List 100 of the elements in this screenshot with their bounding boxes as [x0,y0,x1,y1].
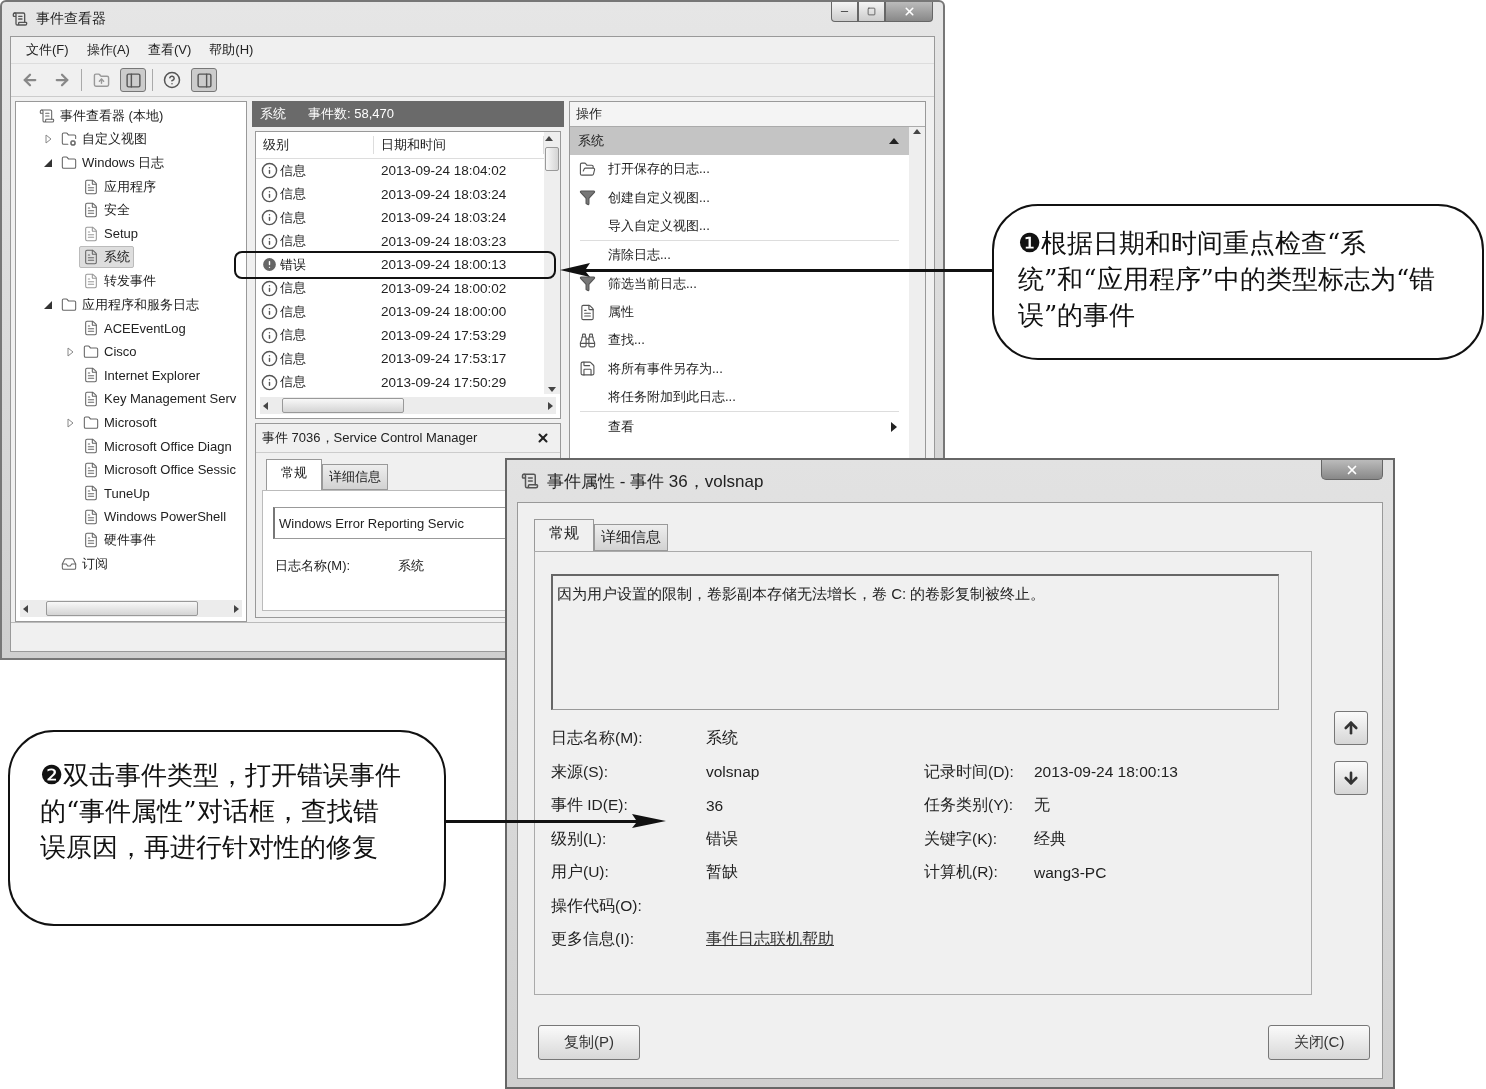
minimize-button[interactable] [831,2,858,22]
action-item[interactable]: 导入自定义视图... [570,215,909,236]
field-value: 无 [1034,795,1050,816]
tree-item[interactable]: ACEEventLog [79,318,190,339]
field-label: 事件 ID(E): [551,795,629,816]
folder-up-icon [92,71,110,89]
dialog-button[interactable]: 复制(P) [538,1025,640,1060]
help-link[interactable]: 事件日志联机帮助 [706,929,834,951]
action-item[interactable]: 将任务附加到此日志... [570,387,909,408]
tree-item[interactable]: 事件查看器 (本地) [35,104,168,127]
tree-toggle-button[interactable] [120,68,146,92]
column-header[interactable]: 级别 [256,136,374,155]
scroll-arrow-icon[interactable] [263,401,268,410]
document-icon [83,461,99,478]
horizontal-scrollbar[interactable] [260,397,556,414]
scrollbar-thumb[interactable] [545,147,559,171]
tab[interactable]: 常规 [534,519,594,551]
menu-item[interactable]: 文件(F) [17,39,78,61]
previous-event-button[interactable] [1334,711,1368,745]
folder-icon [61,131,77,148]
scroll-arrow-icon[interactable] [548,387,556,392]
tree-item[interactable]: Setup [79,223,142,244]
horizontal-scrollbar[interactable] [20,600,242,617]
scroll-icon [521,472,539,490]
action-item[interactable]: 创建自定义视图... [570,187,909,208]
tree-item[interactable]: Key Management Serv [79,388,241,409]
tree-item[interactable]: 安全 [79,199,134,222]
level-cell: 信息 [256,373,374,392]
event-title: 事件 7036，Service Control Manager [262,429,478,447]
triangle-icon [889,138,899,144]
panel-icon [195,71,213,89]
field-label: 更多信息(I): [551,929,635,950]
document-icon [83,367,99,384]
action-item[interactable]: 筛选当前日志... [570,273,909,294]
action-item[interactable]: 打开保存的日志... [570,159,909,180]
action-item[interactable]: 将所有事件另存为... [570,358,909,379]
tree-item[interactable]: Windows PowerShell [79,506,231,527]
tree-item[interactable]: 应用程序和服务日志 [57,293,203,316]
tree-item[interactable]: Windows 日志 [57,152,169,174]
tree-item[interactable]: Microsoft [79,412,161,433]
table-cell-text: 2013-09-24 18:04:02 [380,163,508,179]
table-cell-text: 2013-09-24 18:00:13 [380,257,508,273]
section-title: 系统 [578,132,604,150]
action-item[interactable]: 清除日志... [570,245,909,266]
scroll-arrow-icon[interactable] [234,604,239,613]
tree-item[interactable]: 转发事件 [79,269,160,292]
tree-item[interactable]: 订阅 [57,553,112,576]
tree-item[interactable]: Microsoft Office Diagn [79,436,236,457]
tree-item[interactable]: 系统 [79,246,134,269]
tree-item[interactable]: Microsoft Office Sessic [79,459,240,480]
table-cell-text: 2013-09-24 17:50:29 [380,374,508,390]
tab[interactable]: 详细信息 [322,464,388,490]
next-event-button[interactable] [1334,761,1368,795]
action-item[interactable]: 属性 [570,302,909,323]
action-item[interactable]: 查找... [570,330,909,351]
tab[interactable]: 详细信息 [594,524,668,551]
info-icon [261,326,278,344]
info-icon [261,373,278,391]
dialog-button[interactable]: 关闭(C) [1268,1025,1370,1060]
tree-item[interactable]: 硬件事件 [79,529,160,552]
actions-toggle-button[interactable] [191,68,217,92]
close-button[interactable] [1321,460,1383,480]
scrollbar-thumb[interactable] [46,601,198,616]
table-cell-text: 2013-09-24 17:53:29 [380,327,508,343]
field-value: 错误 [706,828,738,849]
description-field[interactable]: 因为用户设置的限制，卷影副本存储无法增长，卷 C: 的卷影复制被终止。 [551,574,1279,710]
tree-item[interactable]: 应用程序 [79,175,160,198]
level-cell: 信息 [256,161,374,180]
level-cell: 信息 [256,232,374,251]
action-item[interactable]: 查看 [570,416,909,437]
tree-item[interactable]: Internet Explorer [79,365,205,386]
close-button[interactable] [885,2,933,22]
menu-item[interactable]: 帮助(H) [200,39,263,61]
tree-item[interactable]: 自定义视图 [57,128,151,151]
triangle-icon[interactable] [44,300,52,309]
close-icon[interactable] [536,431,550,445]
level-cell: 信息 [256,349,374,368]
info-icon [261,279,278,297]
scroll-arrow-icon[interactable] [913,129,921,134]
menu-item[interactable]: 查看(V) [138,39,201,61]
document-icon [83,202,99,219]
tree-item[interactable]: TuneUp [79,483,154,504]
tab[interactable]: 常规 [266,459,322,490]
error-icon [261,256,278,274]
section-header[interactable]: 系统 [570,127,909,155]
folder-icon [578,160,596,178]
info-icon [261,303,278,321]
funnel-icon [578,275,596,293]
tree-item[interactable]: Cisco [79,341,141,362]
close-icon [902,5,916,18]
info-icon [261,209,278,227]
scroll-arrow-icon[interactable] [23,604,28,613]
triangle-icon[interactable] [44,159,52,167]
maximize-button[interactable] [858,2,885,22]
scroll-arrow-icon[interactable] [545,136,553,141]
menu-item[interactable]: 操作(A) [77,39,139,61]
scrollbar-thumb[interactable] [282,398,404,413]
info-icon [261,350,278,368]
vertical-scrollbar[interactable] [544,132,560,394]
field-label: 关键字(K): [924,828,997,849]
